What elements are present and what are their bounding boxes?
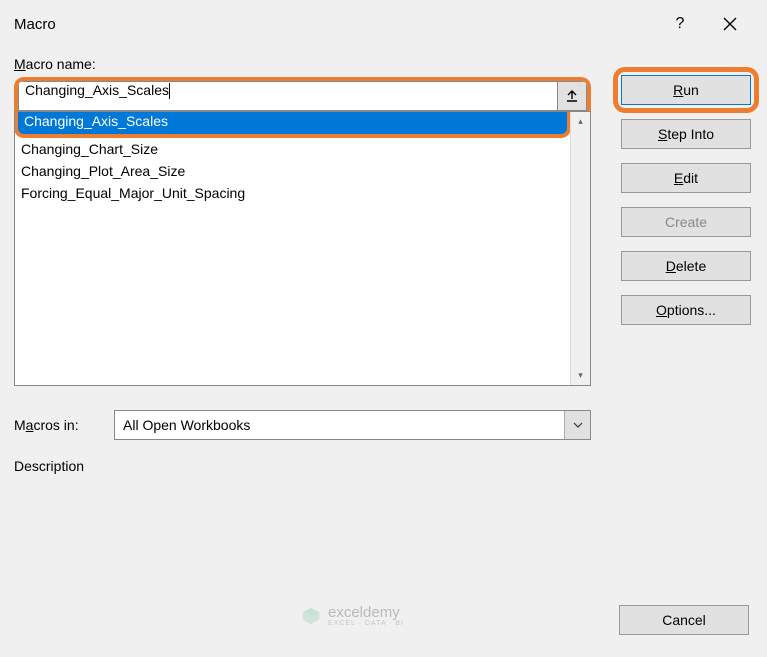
close-icon [723,17,737,31]
description-label: Description [14,458,92,474]
reference-icon [565,89,579,103]
macros-in-label: Macros in: [14,417,92,433]
watermark-sub: EXCEL · DATA · BI [328,620,404,627]
cancel-wrap: Cancel [619,605,749,635]
list-item[interactable]: Changing_Axis_Scales [15,112,570,138]
description-row: Description [14,458,591,474]
left-panel: Macro name: Changing_Axis_Scales Changin… [14,56,591,474]
options-button[interactable]: Options... [621,295,751,325]
list-item[interactable]: Changing_Chart_Size [15,138,570,160]
macros-in-value: All Open Workbooks [123,417,250,433]
delete-button[interactable]: Delete [621,251,751,281]
macros-in-row: Macros in: All Open Workbooks [14,410,591,440]
run-button-wrap: Run [621,75,751,105]
list-item[interactable]: Forcing_Equal_Major_Unit_Spacing [15,182,570,204]
text-cursor [169,83,170,99]
button-column: Run Step Into Edit Create Delete Options… [621,56,751,474]
help-button[interactable]: ? [655,0,705,48]
macro-dialog: Macro ? Macro name: Changing_Axis_Scales… [0,0,767,657]
dropdown-arrow [564,411,590,439]
watermark-name: exceldemy [328,605,404,620]
edit-button[interactable]: Edit [621,163,751,193]
macro-list: Changing_Axis_ScalesChanging_Chart_SizeC… [15,112,570,385]
macro-name-input[interactable]: Changing_Axis_Scales [18,81,557,111]
reference-button[interactable] [557,81,587,111]
macros-in-dropdown[interactable]: All Open Workbooks [114,410,591,440]
dialog-title: Macro [14,16,655,33]
content-area: Macro name: Changing_Axis_Scales Changin… [0,48,767,490]
watermark: exceldemy EXCEL · DATA · BI [300,605,404,627]
chevron-down-icon [573,422,583,428]
watermark-icon [300,605,322,627]
list-item[interactable]: Changing_Plot_Area_Size [15,160,570,182]
macro-name-label: Macro name: [14,56,591,72]
name-input-row: Changing_Axis_Scales [14,77,591,111]
close-button[interactable] [705,0,755,48]
step-into-button[interactable]: Step Into [621,119,751,149]
cancel-button[interactable]: Cancel [619,605,749,635]
create-button: Create [621,207,751,237]
scroll-down-icon: ▾ [578,370,583,381]
scroll-up-icon: ▴ [578,116,583,127]
macro-listbox[interactable]: Changing_Axis_ScalesChanging_Chart_SizeC… [14,111,591,386]
titlebar: Macro ? [0,0,767,48]
run-button[interactable]: Run [621,75,751,105]
scrollbar[interactable]: ▴ ▾ [570,112,590,385]
